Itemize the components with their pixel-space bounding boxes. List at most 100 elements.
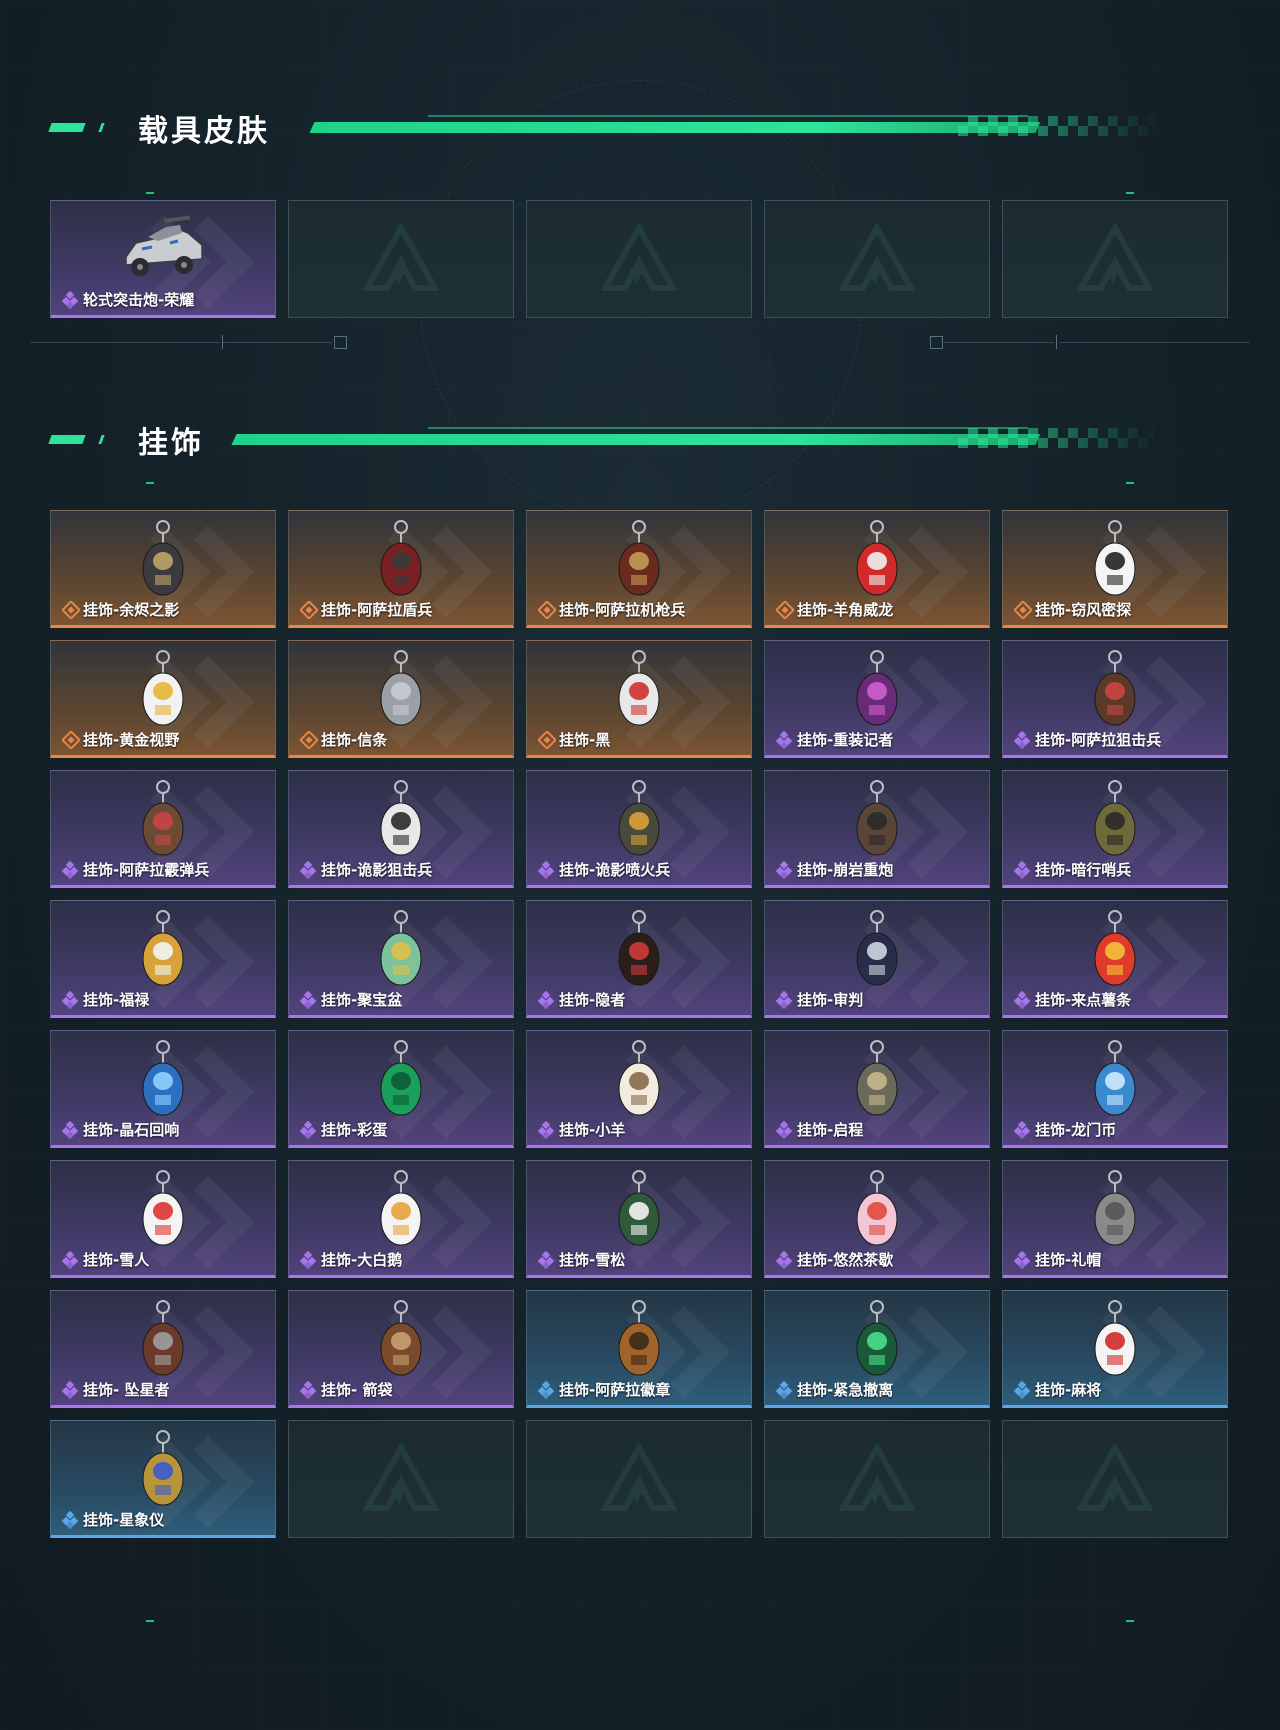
header-accent-bar [231,434,1041,445]
item-name: 挂饰-启程 [797,1121,864,1139]
rarity-purple-icon [62,1121,79,1139]
rarity-orange-icon [538,731,556,749]
item-card[interactable]: 挂饰-信条 [288,640,514,758]
item-card[interactable]: 挂饰- 坠星者 [50,1290,276,1408]
judgement-card-charm-icon [856,910,898,986]
tag-charm-icon [618,650,660,726]
rarity-purple-icon [538,861,555,879]
item-card[interactable]: 挂饰-礼帽 [1002,1160,1228,1278]
item-name: 挂饰-麻将 [1035,1381,1102,1399]
rarity-orange-icon [538,601,556,619]
rarity-blue-icon [776,1381,793,1399]
item-card[interactable]: 挂饰-隐者 [526,900,752,1018]
empty-slot [764,1420,990,1538]
corner-tick [1126,1620,1134,1622]
item-card[interactable]: 挂饰-黑 [526,640,752,758]
item-card[interactable]: 挂饰-悠然茶歇 [764,1160,990,1278]
shotgunner-figure-charm-icon [142,780,184,856]
item-card[interactable]: 轮式突击炮-荣耀 [50,200,276,318]
rarity-purple-icon [62,991,79,1009]
header-thin-line [428,427,1028,429]
empty-slot [526,200,752,318]
item-name: 挂饰-雪松 [559,1251,626,1269]
cupcake-charm-icon [856,1170,898,1246]
rarity-orange-icon [62,601,80,619]
empty-slot [1002,1420,1228,1538]
rarity-purple-icon [538,1121,555,1139]
item-name: 挂饰-崩岩重炮 [797,861,894,879]
item-card[interactable]: 挂饰-诡影狙击兵 [288,770,514,888]
placeholder-logo-icon [363,1444,439,1511]
armored-vehicle-icon [125,215,203,276]
white-figure-charm-icon [1094,520,1136,596]
item-name: 挂饰-龙门币 [1035,1121,1117,1139]
gourd-charm-icon [142,910,184,986]
empty-slot [526,1420,752,1538]
item-card[interactable]: 挂饰-阿萨拉机枪兵 [526,510,752,628]
item-name: 挂饰-大白鹅 [321,1251,403,1269]
item-card[interactable]: 挂饰-来点薯条 [1002,900,1228,1018]
rarity-purple-icon [62,1251,79,1269]
rarity-purple-icon [300,861,317,879]
item-name: 挂饰-暗行哨兵 [1035,861,1132,879]
placeholder-logo-icon [1077,1444,1153,1511]
item-card[interactable]: 挂饰- 箭袋 [288,1290,514,1408]
item-name: 挂饰-阿萨拉狙击兵 [1035,731,1162,749]
item-name: 挂饰-紧急撤离 [797,1381,894,1399]
item-card[interactable]: 挂饰-诡影喷火兵 [526,770,752,888]
rarity-purple-icon [300,1251,317,1269]
item-card[interactable]: 挂饰-暗行哨兵 [1002,770,1228,888]
item-card[interactable]: 挂饰-重装记者 [764,640,990,758]
item-card[interactable]: 挂饰-紧急撤离 [764,1290,990,1408]
sentinel-charm-icon [1094,780,1136,856]
item-card[interactable]: 挂饰-麻将 [1002,1290,1228,1408]
item-card[interactable]: 挂饰-余烬之影 [50,510,276,628]
corner-tick [146,482,154,484]
pine-tree-charm-icon [618,1170,660,1246]
item-card[interactable]: 挂饰-阿萨拉徽章 [526,1290,752,1408]
item-card[interactable]: 挂饰-晶石回响 [50,1030,276,1148]
item-card[interactable]: 挂饰-福禄 [50,900,276,1018]
corner-tick [146,192,154,194]
section-header-charms: 挂饰 [48,420,1198,461]
item-card[interactable]: 挂饰-小羊 [526,1030,752,1148]
header-accent-bar [309,122,1041,133]
header-accent-dash [48,123,86,132]
snowman-charm-icon [142,1170,184,1246]
item-name: 挂饰-诡影喷火兵 [559,861,671,879]
item-card[interactable]: 挂饰-黄金视野 [50,640,276,758]
header-thin-line [428,115,1028,117]
item-card[interactable]: 挂饰-雪人 [50,1160,276,1278]
item-name: 挂饰-彩蛋 [321,1121,388,1139]
rarity-blue-icon [538,1381,555,1399]
item-card[interactable]: 挂饰-启程 [764,1030,990,1148]
horned-figure-charm-icon [856,520,898,596]
item-name: 挂饰-礼帽 [1035,1251,1102,1269]
empty-slot [764,200,990,318]
triangle-emblem-charm-icon [142,1300,184,1376]
item-card[interactable]: 挂饰-阿萨拉盾兵 [288,510,514,628]
item-card[interactable]: 挂饰-窃风密探 [1002,510,1228,628]
item-name: 挂饰-晶石回响 [83,1121,180,1139]
rarity-orange-icon [300,731,318,749]
corner-tick [146,1620,154,1622]
item-card[interactable]: 挂饰-大白鹅 [288,1160,514,1278]
item-card[interactable]: 挂饰-阿萨拉霰弹兵 [50,770,276,888]
item-card[interactable]: 挂饰-审判 [764,900,990,1018]
item-card[interactable]: 挂饰-龙门币 [1002,1030,1228,1148]
placeholder-logo-icon [601,1444,677,1511]
placeholder-logo-icon [601,224,677,291]
mahjong-charm-icon [1094,1300,1136,1376]
item-card[interactable]: 挂饰-羊角威龙 [764,510,990,628]
item-card[interactable]: 挂饰-聚宝盆 [288,900,514,1018]
item-card[interactable]: 挂饰-阿萨拉狙击兵 [1002,640,1228,758]
item-card[interactable]: 挂饰-彩蛋 [288,1030,514,1148]
rarity-purple-icon [776,1121,793,1139]
section-title-charms: 挂饰 [138,426,204,461]
item-card[interactable]: 挂饰-雪松 [526,1160,752,1278]
item-name: 挂饰-星象仪 [83,1511,165,1529]
item-name: 挂饰-重装记者 [797,731,894,749]
rarity-purple-icon [300,1121,317,1139]
item-card[interactable]: 挂饰-崩岩重炮 [764,770,990,888]
item-card[interactable]: 挂饰-星象仪 [50,1420,276,1538]
